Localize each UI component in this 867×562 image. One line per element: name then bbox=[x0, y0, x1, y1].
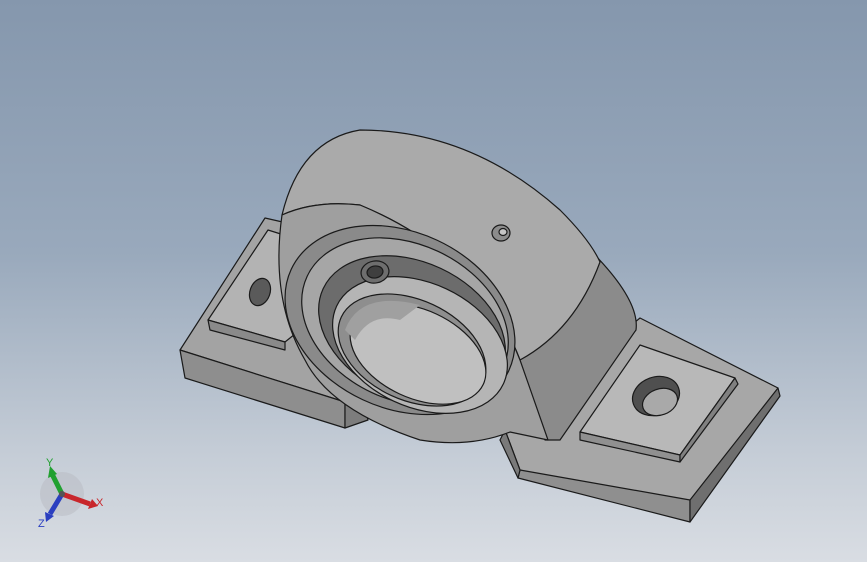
y-axis-label: Y bbox=[46, 457, 54, 469]
orientation-triad: X Y Z bbox=[38, 457, 104, 530]
grease-fitting[interactable] bbox=[491, 224, 511, 242]
graphics-viewport[interactable]: X Y Z bbox=[0, 0, 867, 562]
triad-origin bbox=[59, 491, 65, 497]
pillow-block-bearing-model[interactable] bbox=[0, 0, 867, 562]
z-axis-label: Z bbox=[38, 518, 45, 530]
x-axis-label: X bbox=[96, 497, 104, 509]
